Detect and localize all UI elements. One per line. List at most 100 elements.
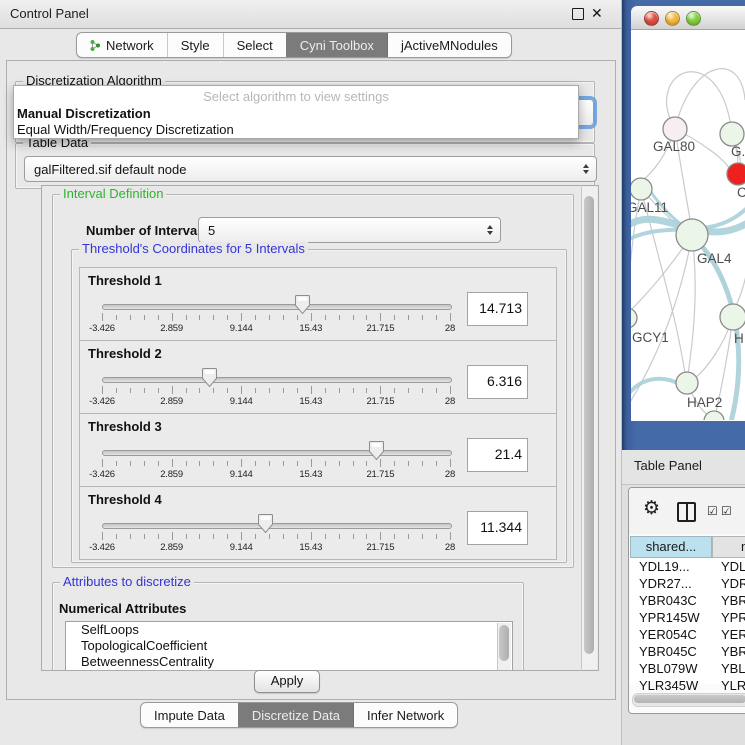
slider-tick [283,461,284,466]
network-node-gal4[interactable] [676,219,708,251]
tab-impute-data[interactable]: Impute Data [141,703,238,727]
slider-tick [186,388,187,393]
slider-tick [158,461,159,466]
slider-thumb[interactable] [368,440,385,461]
slider-tick [325,534,326,539]
numerical-attributes-list[interactable]: SelfLoopsTopologicalCoefficientBetweenne… [65,621,513,671]
slider-tick [116,534,117,539]
table-row[interactable]: YER054CYER0 [630,626,745,643]
tab-select[interactable]: Select [223,33,286,57]
number-of-intervals-combo[interactable]: 5 [198,217,501,243]
column-header-name[interactable]: n [712,536,745,558]
column-header-shared[interactable]: shared... [630,536,712,558]
network-node-c[interactable] [727,163,745,185]
tab-discretize-data[interactable]: Discretize Data [238,703,353,727]
table-row[interactable]: YDR27...YDR2 [630,575,745,592]
threshold-value-field[interactable]: 21.4 [467,438,528,472]
slider-tick [311,532,312,540]
checkbox-icon[interactable]: ☑ [707,504,718,518]
network-node-g[interactable] [720,122,744,146]
list-item-betweennesscentrality[interactable]: BetweennessCentrality [66,654,512,670]
gear-icon[interactable]: ⚙ [643,497,660,519]
table-row[interactable]: YLR345WYLR3 [630,677,745,694]
slider-track[interactable] [102,304,452,310]
slider-tick [366,388,367,393]
panel-scrollbar[interactable] [581,187,597,669]
slider-tick-label: 21.715 [366,542,394,553]
tab-network[interactable]: Network [77,33,167,57]
slider-tick-label: 2.859 [160,469,183,480]
table-panel-title: Table Panel [634,450,702,482]
float-window-icon[interactable] [572,8,584,20]
slider-tick [241,386,242,394]
slider-thumb[interactable] [257,513,274,534]
network-graph: GAL80G.CGAL11GAL4GCY1HHAP2 [631,30,745,420]
threshold-value-field[interactable]: 14.713 [467,292,528,326]
slider-track[interactable] [102,523,452,529]
slider-tick [297,315,298,320]
dropdown-option-manual-discretization[interactable]: Manual Discretization [17,106,151,121]
network-edge [732,134,745,308]
table-row[interactable]: YPR145WYPR1 [630,609,745,626]
thresholds-group: Threshold's Coordinates for 5 Intervals … [71,249,567,563]
slider-tick [227,315,228,320]
cell-shared-name: YDL19... [630,558,712,575]
network-node-gcy1[interactable] [631,308,637,328]
slider-track[interactable] [102,450,452,456]
tab-cyni-toolbox[interactable]: Cyni Toolbox [286,33,387,57]
threshold-label: Threshold 3 [88,419,162,434]
tab-style[interactable]: Style [167,33,223,57]
checkbox-icon[interactable]: ☑ [721,504,732,518]
horizontal-scrollbar[interactable] [632,693,745,707]
slider-tick [283,315,284,320]
mac-close-icon[interactable] [644,11,659,26]
network-node-hap2[interactable] [676,372,698,394]
slider-track[interactable] [102,377,452,383]
cell-name: YBR0 [712,643,745,660]
slider-thumb[interactable] [201,367,218,388]
list-item-topologicalcoefficient[interactable]: TopologicalCoefficient [66,638,512,654]
slider-tick [339,388,340,393]
slider-tick-label: 15.43 [299,396,322,407]
threshold-value-field[interactable]: 6.316 [467,365,528,399]
network-node-gal11[interactable] [631,178,652,200]
network-canvas[interactable]: GAL80G.CGAL11GAL4GCY1HHAP2 [631,30,745,421]
slider-tick-label: 9.144 [230,396,253,407]
threshold-label: Threshold 2 [88,346,162,361]
list-scrollbar[interactable] [497,623,511,671]
network-node-h[interactable] [720,304,745,330]
slider-thumb[interactable] [294,294,311,315]
slider-tick [116,461,117,466]
table-row[interactable]: YBL079WYBL0 [630,660,745,677]
table-row[interactable]: YDL19...YDL1 [630,558,745,575]
slider-tick [172,459,173,467]
table-row[interactable]: YBR045CYBR0 [630,643,745,660]
slider-tick [394,388,395,393]
threshold-value-field[interactable]: 11.344 [467,511,528,545]
slider-tick [394,534,395,539]
slider-tick [408,315,409,320]
slider-tick-label: -3.426 [89,469,115,480]
tab-jactivemnodules[interactable]: jActiveMNodules [387,33,511,57]
threshold-row-1: Threshold 1-3.4262.8599.14415.4321.71528… [79,267,557,341]
network-node[interactable] [704,411,724,420]
columns-icon[interactable] [677,502,696,522]
slider-tick [283,534,284,539]
dropdown-option-equal-width-frequency[interactable]: Equal Width/Frequency Discretization [17,122,234,137]
slider-tick [339,315,340,320]
number-of-intervals-label: Number of Intervals [86,223,208,238]
slider-tick-label: 9.144 [230,469,253,480]
network-node-gal80[interactable] [663,117,687,141]
slider-tick [297,534,298,539]
tab-infer-network[interactable]: Infer Network [353,703,457,727]
slider-tick [255,534,256,539]
table-row[interactable]: YBR043CYBR0 [630,592,745,609]
close-icon[interactable]: ✕ [591,5,603,22]
slider-tick [325,315,326,320]
list-item-selfloops[interactable]: SelfLoops [66,622,512,638]
mac-zoom-icon[interactable] [686,11,701,26]
mac-minimize-icon[interactable] [665,11,680,26]
table-data-combo[interactable]: galFiltered.sif default node [24,156,597,182]
apply-button[interactable]: Apply [254,670,320,693]
slider-tick [450,459,451,467]
